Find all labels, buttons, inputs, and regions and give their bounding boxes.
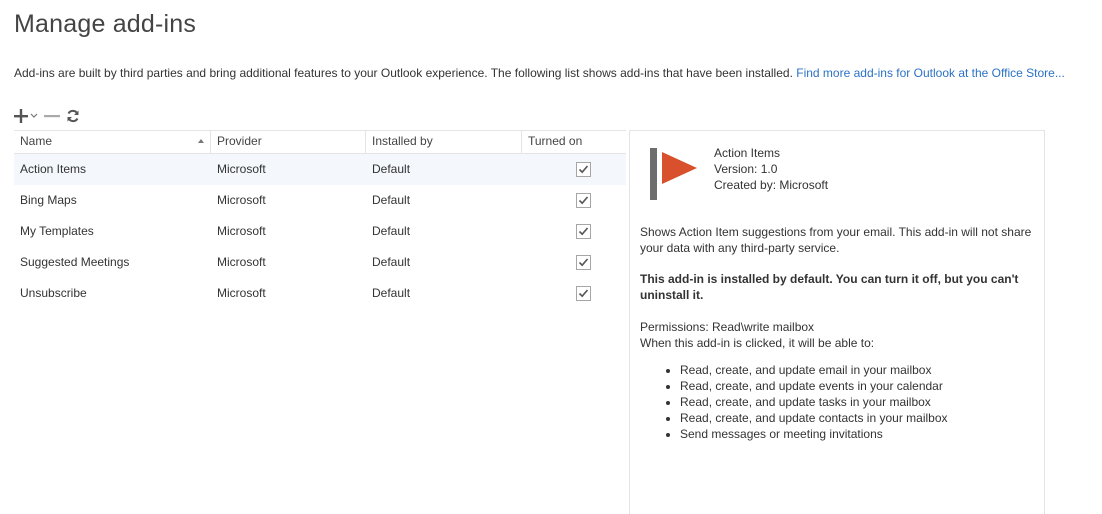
toolbar [14, 106, 86, 126]
column-header-installed-by[interactable]: Installed by [366, 131, 522, 153]
column-header-name[interactable]: Name [14, 131, 211, 153]
turned-on-checkbox[interactable] [575, 162, 591, 177]
turned-on-checkbox[interactable] [575, 193, 591, 208]
table-row[interactable]: My Templates Microsoft Default [14, 216, 626, 247]
table-row[interactable]: Action Items Microsoft Default [14, 154, 626, 185]
cell-installed-by: Default [372, 224, 411, 238]
table-row[interactable]: Unsubscribe Microsoft Default [14, 278, 626, 309]
addin-details-pane: Action Items Version: 1.0 Created by: Mi… [629, 130, 1045, 514]
cell-provider: Microsoft [217, 193, 266, 207]
cell-installed-by: Default [372, 193, 411, 207]
table-row[interactable]: Bing Maps Microsoft Default [14, 185, 626, 216]
permissions-list: Read, create, and update email in your m… [640, 362, 948, 442]
turned-on-checkbox[interactable] [575, 286, 591, 301]
permissions-intro: When this add-in is clicked, it will be … [640, 336, 875, 350]
list-item: Read, create, and update email in your m… [680, 362, 948, 378]
cell-turned-on [522, 278, 626, 309]
cell-name: My Templates [20, 224, 94, 238]
turned-on-checkbox[interactable] [575, 255, 591, 270]
addin-logo [650, 148, 698, 203]
addin-meta: Action Items Version: 1.0 Created by: Mi… [714, 145, 828, 193]
column-header-turned-on[interactable]: Turned on [522, 131, 626, 153]
checkmark-icon [578, 165, 588, 174]
cell-installed-by: Default [372, 286, 411, 300]
addin-created-by: Created by: Microsoft [714, 178, 829, 192]
column-header-provider[interactable]: Provider [211, 131, 366, 153]
sort-ascending-icon [198, 139, 204, 143]
permissions-label: Permissions: Read\write mailbox [640, 320, 815, 334]
checkmark-icon [578, 258, 588, 267]
remove-button[interactable] [44, 107, 60, 125]
checkmark-icon [578, 196, 588, 205]
cell-name: Suggested Meetings [20, 255, 130, 269]
addin-description: Shows Action Item suggestions from your … [640, 225, 1032, 255]
checkmark-icon [578, 227, 588, 236]
checkmark-icon [578, 289, 588, 298]
cell-provider: Microsoft [217, 255, 266, 269]
column-header-label: Turned on [528, 134, 583, 148]
cell-turned-on [522, 247, 626, 278]
cell-turned-on [522, 154, 626, 185]
flag-icon [650, 148, 697, 200]
list-item: Read, create, and update events in your … [680, 378, 948, 394]
intro-text: Add-ins are built by third parties and b… [14, 66, 1065, 80]
cell-turned-on [522, 216, 626, 247]
addin-version: Version: 1.0 [714, 162, 778, 176]
cell-name: Bing Maps [20, 193, 77, 207]
add-button[interactable] [14, 107, 38, 125]
office-store-link[interactable]: Find more add-ins for Outlook at the Off… [796, 66, 1065, 80]
addin-default-note: This add-in is installed by default. You… [640, 272, 1019, 302]
column-header-label: Provider [217, 134, 262, 148]
cell-installed-by: Default [372, 162, 411, 176]
minus-icon [44, 115, 60, 118]
table-row[interactable]: Suggested Meetings Microsoft Default [14, 247, 626, 278]
addin-name: Action Items [714, 146, 781, 160]
chevron-down-icon [30, 113, 38, 118]
refresh-button[interactable] [66, 107, 80, 125]
list-item: Send messages or meeting invitations [680, 426, 948, 442]
intro-description: Add-ins are built by third parties and b… [14, 66, 793, 80]
plus-icon [14, 109, 28, 123]
cell-provider: Microsoft [217, 224, 266, 238]
refresh-icon [67, 109, 79, 123]
addins-table: Name Provider Installed by Turned on Act… [14, 130, 626, 309]
cell-installed-by: Default [372, 255, 411, 269]
column-header-label: Installed by [372, 134, 433, 148]
addin-permissions: Permissions: Read\write mailbox When thi… [640, 319, 1035, 351]
cell-provider: Microsoft [217, 162, 266, 176]
cell-name: Action Items [20, 162, 87, 176]
cell-turned-on [522, 185, 626, 216]
page-title: Manage add-ins [14, 10, 197, 38]
cell-provider: Microsoft [217, 286, 266, 300]
list-item: Read, create, and update contacts in you… [680, 410, 948, 426]
cell-name: Unsubscribe [20, 286, 87, 300]
turned-on-checkbox[interactable] [575, 224, 591, 239]
column-header-label: Name [20, 134, 53, 148]
list-item: Read, create, and update tasks in your m… [680, 394, 948, 410]
table-header: Name Provider Installed by Turned on [14, 130, 626, 154]
